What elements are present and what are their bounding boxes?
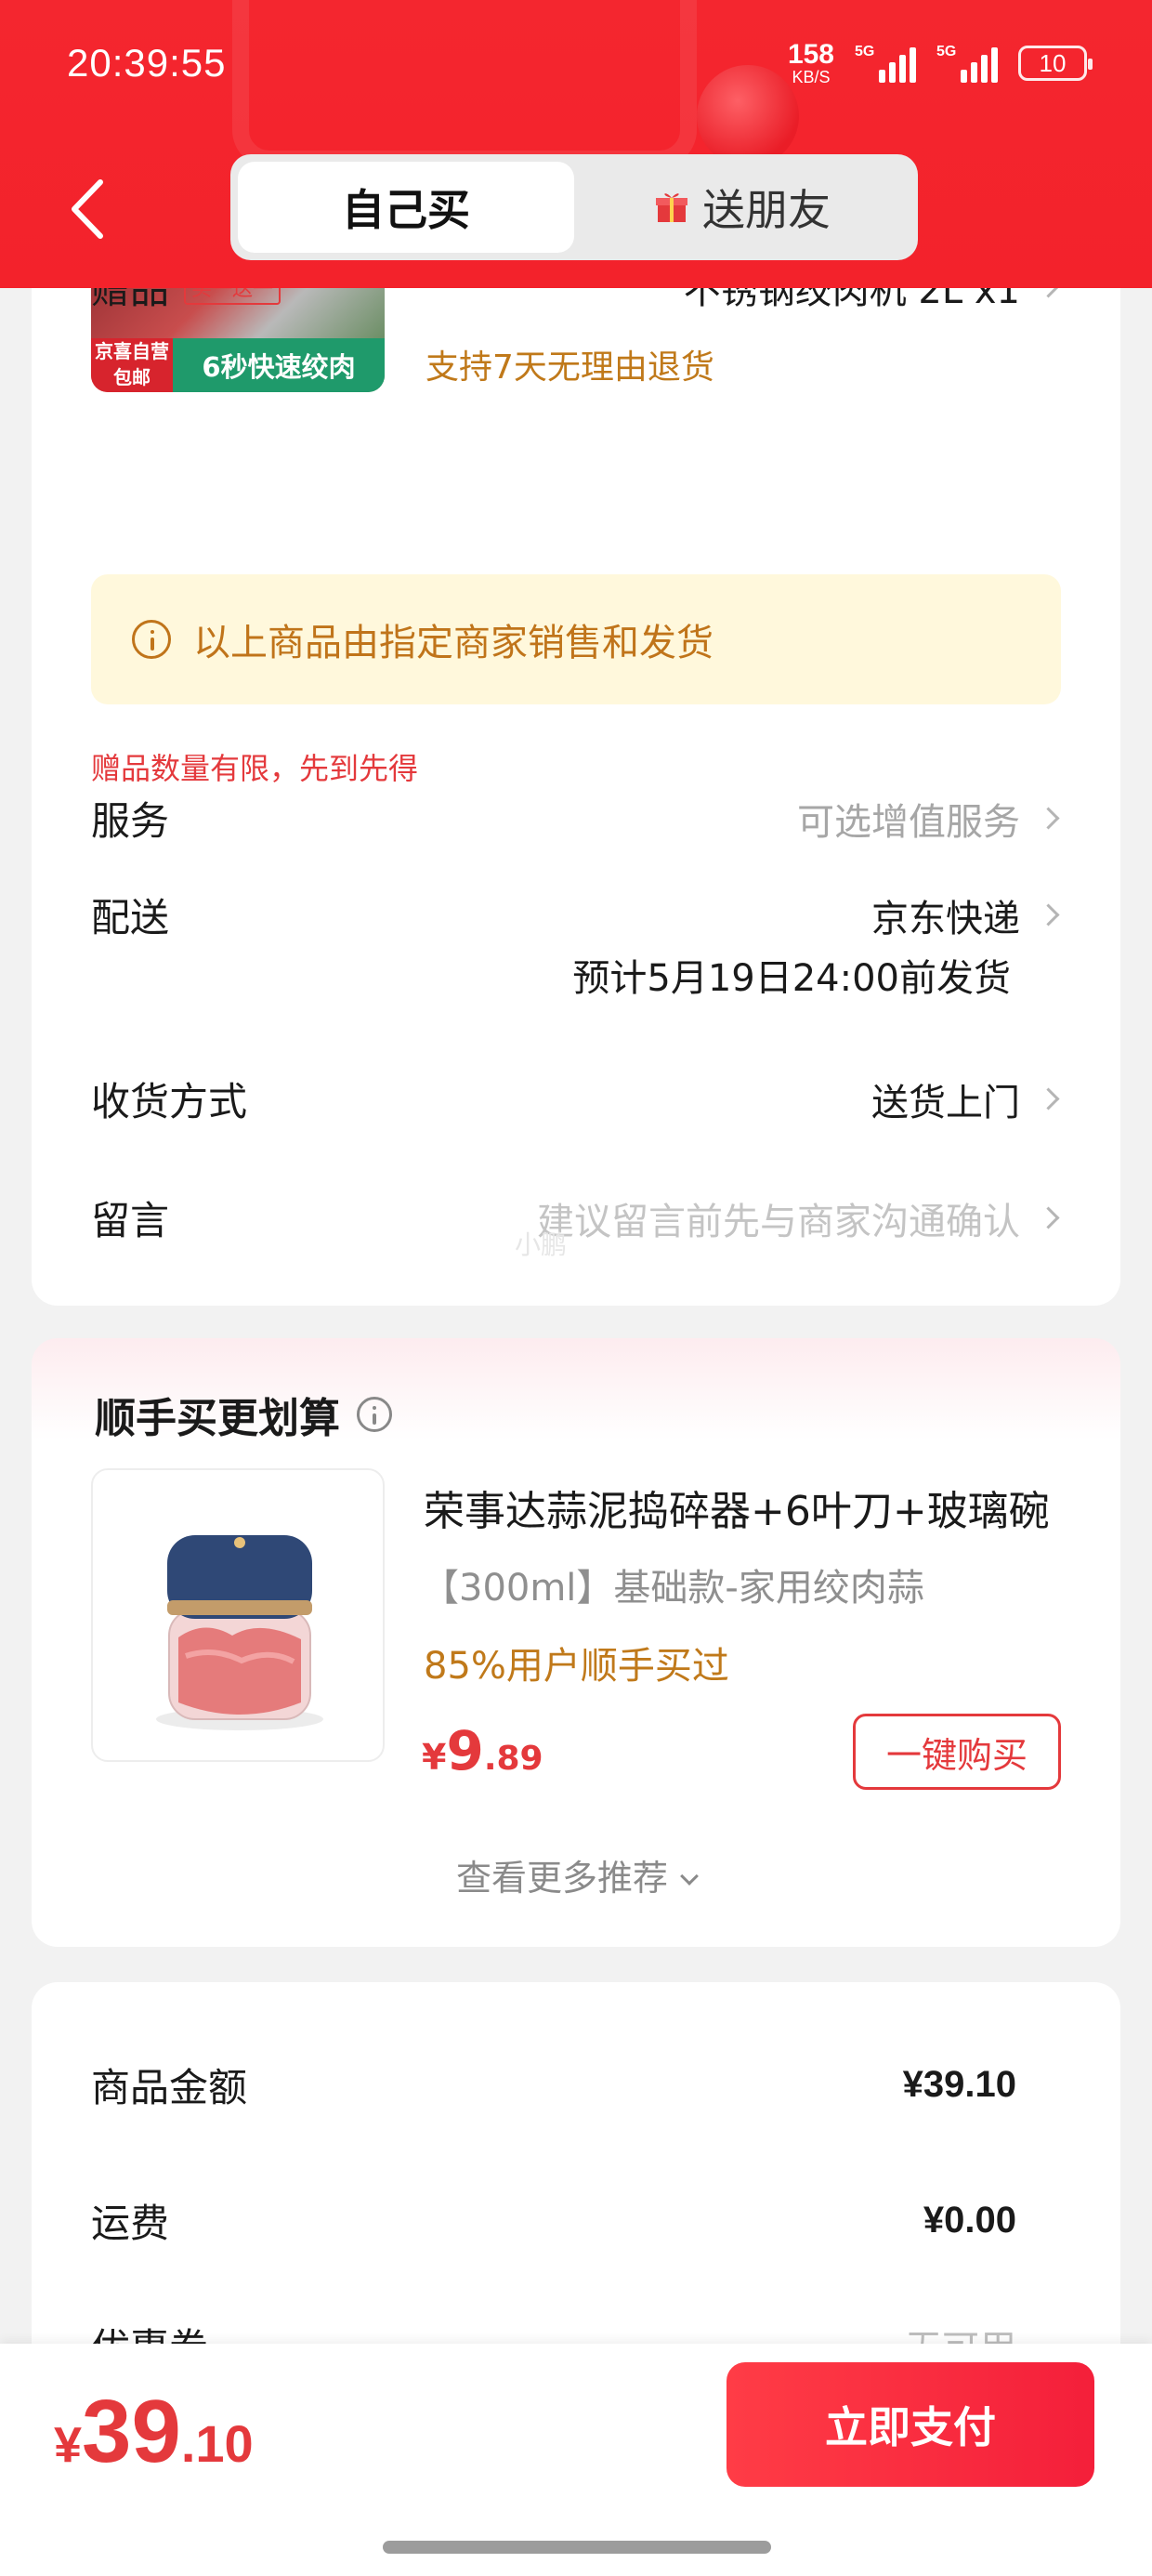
tab-send-friend[interactable]: 送朋友 [574,162,910,253]
header-decoration [232,0,697,167]
order-detail-card: 京喜自营 包邮 6秒快速绞肉 支持7天无理由退货 赠品 买一送一 不锈钢绞肉机 … [32,232,1120,1306]
net-speed: 158 KB/S [787,39,834,86]
shipping-value: ¥0.00 [923,2200,1016,2241]
total-price: ¥ 39 .10 [54,2382,254,2481]
signal-5g-icon: 5G [855,44,916,83]
top-header: 20:39:55 158 KB/S 5G 5G 10 自己买 送朋友 [0,0,1152,288]
receive-label: 收货方式 [91,1079,248,1124]
recommend-product-image[interactable] [91,1468,385,1762]
recommend-title: 顺手买更划算 [95,1385,392,1444]
self-operated-badge: 京喜自营 包邮 [91,338,173,392]
shipping-row: 运费 ¥0.00 [91,2200,1016,2246]
recommend-popularity: 85%用户顺手买过 [424,1645,729,1688]
recommend-price: ¥ 9 .89 [422,1719,543,1782]
chopper-image [156,1535,323,1730]
back-button[interactable] [65,177,111,242]
delivery-value: 京东快递 [871,897,1020,940]
message-row[interactable]: 留言 建议留言前先与商家沟通确认 [91,1189,1061,1246]
one-click-buy-button[interactable]: 一键购买 [853,1714,1061,1790]
recommend-card: 顺手买更划算 荣事达蒜泥捣碎器+6叶刀+玻璃碗 【300ml】基础款-家用绞肉蒜… [32,1338,1120,1947]
chevron-right-icon [1041,1084,1061,1115]
seller-notice: 以上商品由指定商家销售和发货 [91,574,1061,704]
service-row[interactable]: 服务 可选增值服务 [91,790,1061,847]
gift-limit-note: 赠品数量有限，先到先得 [91,751,419,786]
watermark: 小鹏 [515,1229,568,1260]
home-indicator[interactable] [383,2541,771,2554]
service-value: 可选增值服务 [797,800,1020,844]
delivery-row[interactable]: 配送 京东快递 [91,887,1061,943]
notice-text: 以上商品由指定商家销售和发货 [193,622,713,664]
chevron-right-icon [1041,1203,1061,1234]
status-time: 20:39:55 [67,41,227,85]
purchase-mode-toggle: 自己买 送朋友 [230,154,918,260]
message-label: 留言 [91,1198,170,1243]
delivery-label: 配送 [91,895,170,940]
subtotal-row: 商品金额 ¥39.10 [91,2064,1016,2110]
message-placeholder: 建议留言前先与商家沟通确认 [537,1200,1020,1243]
chevron-down-icon [680,1867,699,1886]
feature-badge: 6秒快速绞肉 [173,338,385,392]
more-recommend-link[interactable]: 查看更多推荐 [32,1849,1120,1900]
heart-decoration-icon [697,65,799,167]
receive-method-row[interactable]: 收货方式 送货上门 [91,1071,1061,1127]
delivery-estimate: 预计5月19日24:00前发货 [572,957,1011,1000]
info-icon [132,620,171,659]
back-arrow-icon [72,179,103,239]
tab-buy-self[interactable]: 自己买 [238,162,574,253]
service-label: 服务 [91,798,170,844]
subtotal-value: ¥39.10 [902,2064,1016,2105]
recommend-product-name[interactable]: 荣事达蒜泥捣碎器+6叶刀+玻璃碗 [424,1478,1074,1537]
return-policy: 支持7天无理由退货 [425,348,714,387]
signal-5g-icon: 5G [936,44,998,83]
gift-icon [656,193,687,222]
chevron-right-icon [1041,803,1061,835]
recommend-product-spec: 【300ml】基础款-家用绞肉蒜 [422,1567,924,1610]
receive-value: 送货上门 [871,1081,1020,1124]
battery-icon: 10 [1018,46,1093,81]
pay-now-button[interactable]: 立即支付 [727,2362,1094,2487]
status-icons: 158 KB/S 5G 5G 10 [787,39,1093,86]
chevron-right-icon [1041,900,1061,931]
info-icon[interactable] [357,1397,392,1432]
checkout-bar: ¥ 39 .10 立即支付 [0,2344,1152,2576]
